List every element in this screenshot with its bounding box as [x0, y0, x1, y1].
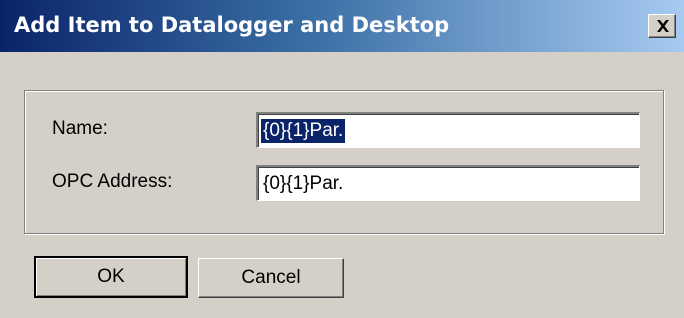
title-bar[interactable]: Add Item to Datalogger and Desktop [0, 0, 684, 52]
name-field-value: {0}{1}Par. [259, 118, 347, 144]
add-item-dialog: Add Item to Datalogger and Desktop Name:… [0, 0, 684, 318]
dialog-title: Add Item to Datalogger and Desktop [14, 13, 450, 37]
name-field[interactable]: {0}{1}Par. [256, 112, 640, 148]
cancel-button[interactable]: Cancel [198, 258, 344, 298]
close-icon [657, 20, 669, 32]
opc-address-field-value: {0}{1}Par. [263, 173, 344, 194]
opc-address-field[interactable]: {0}{1}Par. [256, 165, 640, 201]
close-button[interactable] [648, 14, 676, 38]
opc-address-label: OPC Address: [52, 171, 173, 192]
ok-button[interactable]: OK [34, 256, 188, 298]
name-label: Name: [52, 118, 108, 139]
